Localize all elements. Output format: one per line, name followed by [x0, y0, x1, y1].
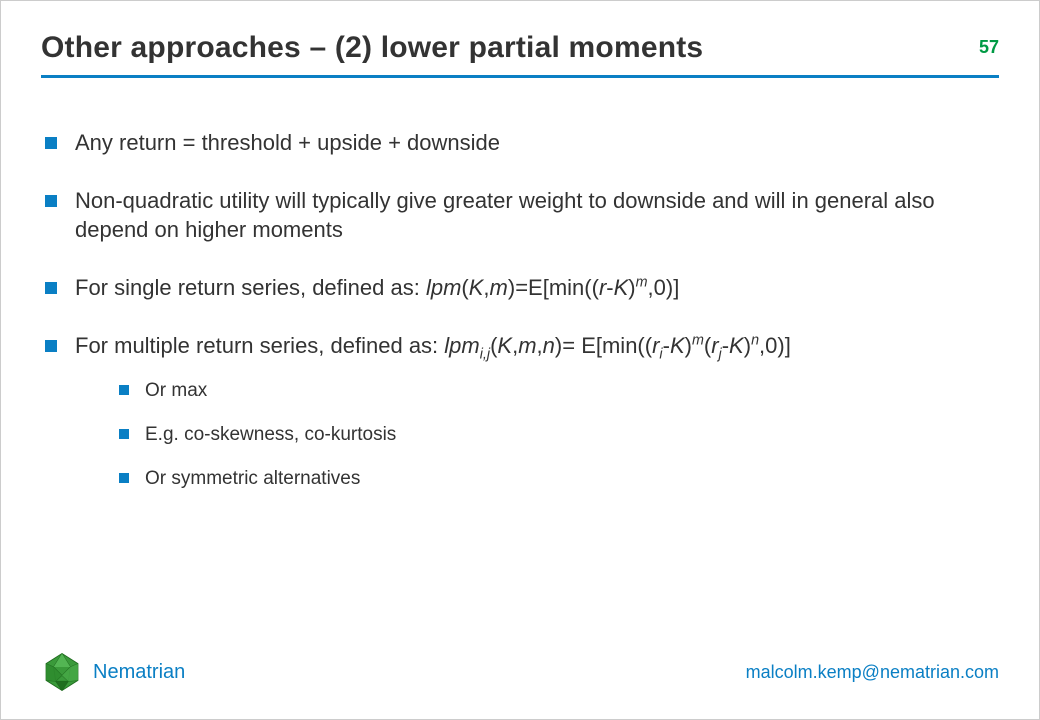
b4-n: n: [543, 333, 555, 358]
sub-bullet-2: E.g. co-skewness, co-kurtosis: [117, 422, 999, 448]
b3-m: m: [490, 275, 508, 300]
b3-minus: -: [606, 275, 613, 300]
brand-name: Nematrian: [93, 661, 185, 684]
b4-minus2: -: [722, 333, 729, 358]
b4-sup-n: n: [751, 332, 759, 348]
b4-K2: K: [670, 333, 685, 358]
page-number: 57: [979, 37, 999, 58]
b3-close: )=E[min((: [508, 275, 599, 300]
b4-rparen1: ): [685, 333, 692, 358]
b3-sup-m: m: [636, 275, 648, 291]
sub-bullet-1: Or max: [117, 378, 999, 404]
brand-logo-icon: [41, 651, 83, 693]
b4-r2: r: [711, 333, 718, 358]
b4-rparen2: ): [744, 333, 751, 358]
brand: Nematrian: [41, 651, 185, 693]
bullet-3: For single return series, defined as: lp…: [41, 273, 999, 303]
bullet-2-text: Non-quadratic utility will typically giv…: [75, 188, 935, 243]
b3-open: (: [461, 275, 468, 300]
b3-lpm: lpm: [426, 275, 461, 300]
title-rule: [41, 75, 999, 78]
b4-K: K: [497, 333, 512, 358]
bullet-4-prefix: For multiple return series, defined as:: [75, 333, 444, 358]
content: Any return = threshold + upside + downsi…: [41, 128, 999, 491]
sub-list: Or max E.g. co-skewness, co-kurtosis Or …: [117, 378, 999, 491]
slide-title: Other approaches – (2) lower partial mom…: [41, 31, 703, 65]
b4-K3: K: [729, 333, 744, 358]
b4-tail: ,0)]: [759, 333, 791, 358]
b4-m: m: [518, 333, 536, 358]
b3-tail: ,0)]: [648, 275, 680, 300]
slide: Other approaches – (2) lower partial mom…: [0, 0, 1040, 720]
bullet-3-prefix: For single return series, defined as:: [75, 275, 426, 300]
b4-lpm: lpm: [444, 333, 479, 358]
b3-K: K: [469, 275, 484, 300]
b3-K2: K: [614, 275, 629, 300]
bullet-2: Non-quadratic utility will typically giv…: [41, 186, 999, 245]
bullet-4: For multiple return series, defined as: …: [41, 331, 999, 492]
main-list: Any return = threshold + upside + downsi…: [41, 128, 999, 491]
sub-bullet-2-text: E.g. co-skewness, co-kurtosis: [145, 424, 396, 445]
footer: Nematrian malcolm.kemp@nematrian.com: [41, 651, 999, 693]
header: Other approaches – (2) lower partial mom…: [41, 31, 999, 65]
b4-sup-m: m: [692, 332, 704, 348]
sub-bullet-3: Or symmetric alternatives: [117, 466, 999, 492]
sub-bullet-1-text: Or max: [145, 380, 207, 401]
b3-rparen: ): [628, 275, 635, 300]
bullet-1-text: Any return = threshold + upside + downsi…: [75, 130, 500, 155]
b4-minus1: -: [663, 333, 670, 358]
b4-close: )= E[min((: [555, 333, 652, 358]
bullet-1: Any return = threshold + upside + downsi…: [41, 128, 999, 158]
b4-sub-ij: i,j: [480, 346, 490, 362]
contact-email: malcolm.kemp@nematrian.com: [746, 662, 999, 683]
sub-bullet-3-text: Or symmetric alternatives: [145, 468, 360, 489]
